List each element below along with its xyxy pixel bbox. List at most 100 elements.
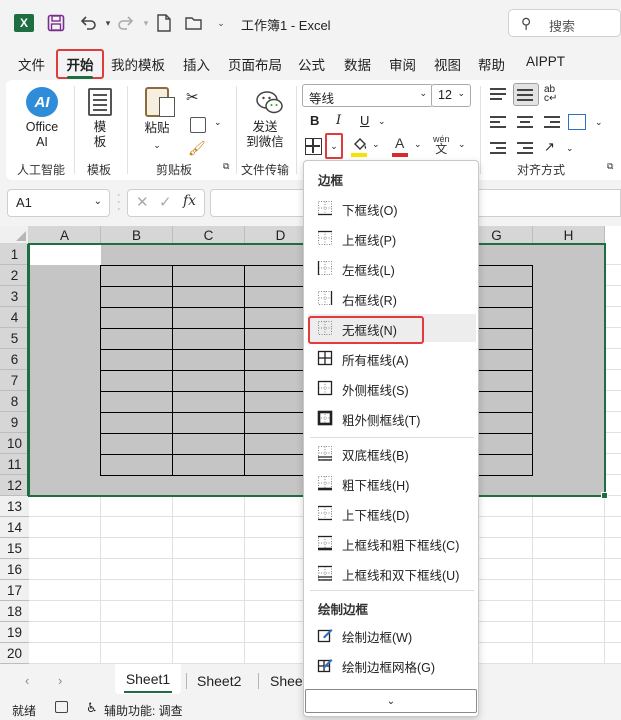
borders-dropdown-button[interactable]: ⌄ xyxy=(325,133,343,159)
macro-record-icon[interactable] xyxy=(55,701,68,713)
menu-item-thick-bottom-border[interactable]: 粗下框线(H) xyxy=(308,469,476,497)
office-ai-button[interactable]: Office AI xyxy=(20,120,64,150)
orientation-icon[interactable]: ↗ xyxy=(544,139,562,154)
font-name-select[interactable]: 等线 ⌄ xyxy=(302,84,433,107)
row-header-12[interactable]: 12 xyxy=(0,475,29,496)
row-header-3[interactable]: 3 xyxy=(0,286,29,307)
font-color-dropdown-icon[interactable]: ⌄ xyxy=(414,139,422,150)
name-box[interactable]: A1 ⌄ xyxy=(7,189,110,217)
align-center-icon[interactable] xyxy=(517,116,535,130)
tab-insert[interactable]: 插入 xyxy=(183,54,210,74)
tab-home[interactable]: 开始 xyxy=(56,49,104,79)
menu-item-top-double-bottom-border[interactable]: 上框线和双下框线(U) xyxy=(308,559,476,587)
redo-dropdown-icon[interactable]: ▾ xyxy=(136,13,156,33)
format-painter-icon[interactable]: 🖌 xyxy=(188,140,206,157)
wechat-icon[interactable] xyxy=(255,90,285,116)
clipboard-launcher-icon[interactable]: ⧉ xyxy=(223,161,229,172)
menu-item-double-bottom-border[interactable]: 双底框线(B) xyxy=(308,439,476,467)
template-icon[interactable] xyxy=(88,88,112,116)
row-header-14[interactable]: 14 xyxy=(0,517,29,538)
select-all-corner[interactable] xyxy=(0,226,29,244)
row-header-19[interactable]: 19 xyxy=(0,622,29,643)
paste-label[interactable]: 粘贴 xyxy=(143,121,171,136)
fill-handle[interactable] xyxy=(601,492,608,499)
row-header-16[interactable]: 16 xyxy=(0,559,29,580)
fill-color-dropdown-icon[interactable]: ⌄ xyxy=(372,139,380,150)
tab-review[interactable]: 审阅 xyxy=(389,54,416,74)
row-header-20[interactable]: 20 xyxy=(0,643,29,664)
cut-icon[interactable]: ✂ xyxy=(186,88,199,106)
accessibility-status[interactable]: 辅助功能: 调查 xyxy=(104,702,183,719)
office-ai-icon[interactable]: AI xyxy=(26,87,58,117)
tab-help[interactable]: 帮助 xyxy=(478,54,505,74)
menu-scroll-down-button[interactable]: ⌄ xyxy=(305,689,477,713)
column-header-b[interactable]: B xyxy=(101,226,173,244)
search-box[interactable]: ⚲ 搜索 xyxy=(508,9,621,37)
align-middle-icon[interactable] xyxy=(517,88,535,102)
customize-toolbar-icon[interactable]: ⌄ xyxy=(211,13,231,33)
sheet-tab-sheet2[interactable]: Sheet2 xyxy=(197,673,241,689)
enter-icon[interactable]: ✓ xyxy=(159,193,172,211)
row-header-1[interactable]: 1 xyxy=(0,244,29,265)
font-color-icon[interactable]: A xyxy=(395,135,404,151)
send-to-wechat-button[interactable]: 发送 到微信 xyxy=(242,120,288,150)
new-file-icon[interactable] xyxy=(154,13,174,33)
menu-item-top-thick-bottom-border[interactable]: 上框线和粗下框线(C) xyxy=(308,529,476,557)
menu-item-thick-outside-borders[interactable]: 粗外侧框线(T) xyxy=(308,404,476,432)
row-header-10[interactable]: 10 xyxy=(0,433,29,454)
decrease-indent-icon[interactable] xyxy=(490,142,508,156)
row-header-9[interactable]: 9 xyxy=(0,412,29,433)
fill-color-icon[interactable] xyxy=(352,137,368,154)
column-header-c[interactable]: C xyxy=(173,226,245,244)
column-header-h[interactable]: H xyxy=(533,226,605,244)
save-icon[interactable] xyxy=(46,13,66,33)
align-left-icon[interactable] xyxy=(490,116,508,130)
copy-icon[interactable] xyxy=(190,117,206,133)
italic-button[interactable]: I xyxy=(336,113,341,128)
menu-item-left-border[interactable]: 左框线(L) xyxy=(308,254,476,282)
template-button[interactable]: 模 板 xyxy=(86,120,114,150)
menu-item-all-borders[interactable]: 所有框线(A) xyxy=(308,344,476,372)
row-header-11[interactable]: 11 xyxy=(0,454,29,475)
insert-function-icon[interactable]: fx xyxy=(183,193,196,209)
formula-bar-grip-icon[interactable]: · · · xyxy=(117,190,121,215)
wrap-text-icon[interactable]: ab c↵ xyxy=(544,85,562,104)
row-header-7[interactable]: 7 xyxy=(0,370,29,391)
menu-item-right-border[interactable]: 右框线(R) xyxy=(308,284,476,312)
paste-dropdown-icon[interactable]: ⌄ xyxy=(147,138,167,153)
menu-item-top-border[interactable]: 上框线(P) xyxy=(308,224,476,252)
tab-page-layout[interactable]: 页面布局 xyxy=(228,54,282,74)
accessibility-icon[interactable]: ♿ xyxy=(86,700,98,716)
undo-dropdown-icon[interactable]: ▾ xyxy=(98,13,118,33)
row-header-2[interactable]: 2 xyxy=(0,265,29,286)
increase-indent-icon[interactable] xyxy=(517,142,535,156)
menu-item-draw-border[interactable]: 绘制边框(W) xyxy=(308,621,476,649)
menu-item-top-bottom-border[interactable]: 上下框线(D) xyxy=(308,499,476,527)
orientation-dropdown-icon[interactable]: ⌄ xyxy=(566,143,574,154)
tab-file[interactable]: 文件 xyxy=(18,54,45,74)
merge-center-icon[interactable] xyxy=(568,114,586,130)
tab-formulas[interactable]: 公式 xyxy=(298,54,325,74)
copy-dropdown-icon[interactable]: ⌄ xyxy=(214,117,222,128)
underline-button[interactable]: U xyxy=(360,113,369,128)
tab-data[interactable]: 数据 xyxy=(344,54,371,74)
merge-dropdown-icon[interactable]: ⌄ xyxy=(595,117,603,128)
tab-aippt[interactable]: AIPPT xyxy=(526,54,565,69)
bold-button[interactable]: B xyxy=(310,113,319,128)
row-header-17[interactable]: 17 xyxy=(0,580,29,601)
tab-my-templates[interactable]: 我的模板 xyxy=(111,54,165,74)
redo-icon[interactable] xyxy=(116,13,136,33)
align-top-icon[interactable] xyxy=(490,88,508,102)
sheet-prev-icon[interactable]: ‹ xyxy=(25,673,29,688)
align-right-icon[interactable] xyxy=(544,116,562,130)
row-header-5[interactable]: 5 xyxy=(0,328,29,349)
undo-icon[interactable] xyxy=(78,13,98,33)
sheet-tab-sheet3[interactable]: Shee xyxy=(270,673,303,689)
phonetic-guide-icon[interactable]: wén 文 xyxy=(433,134,450,155)
row-header-6[interactable]: 6 xyxy=(0,349,29,370)
row-header-15[interactable]: 15 xyxy=(0,538,29,559)
menu-item-bottom-border[interactable]: 下框线(O) xyxy=(308,194,476,222)
sheet-next-icon[interactable]: › xyxy=(58,673,62,688)
sheet-tab-sheet1[interactable]: Sheet1 xyxy=(115,664,181,694)
paste-icon[interactable] xyxy=(145,87,175,117)
